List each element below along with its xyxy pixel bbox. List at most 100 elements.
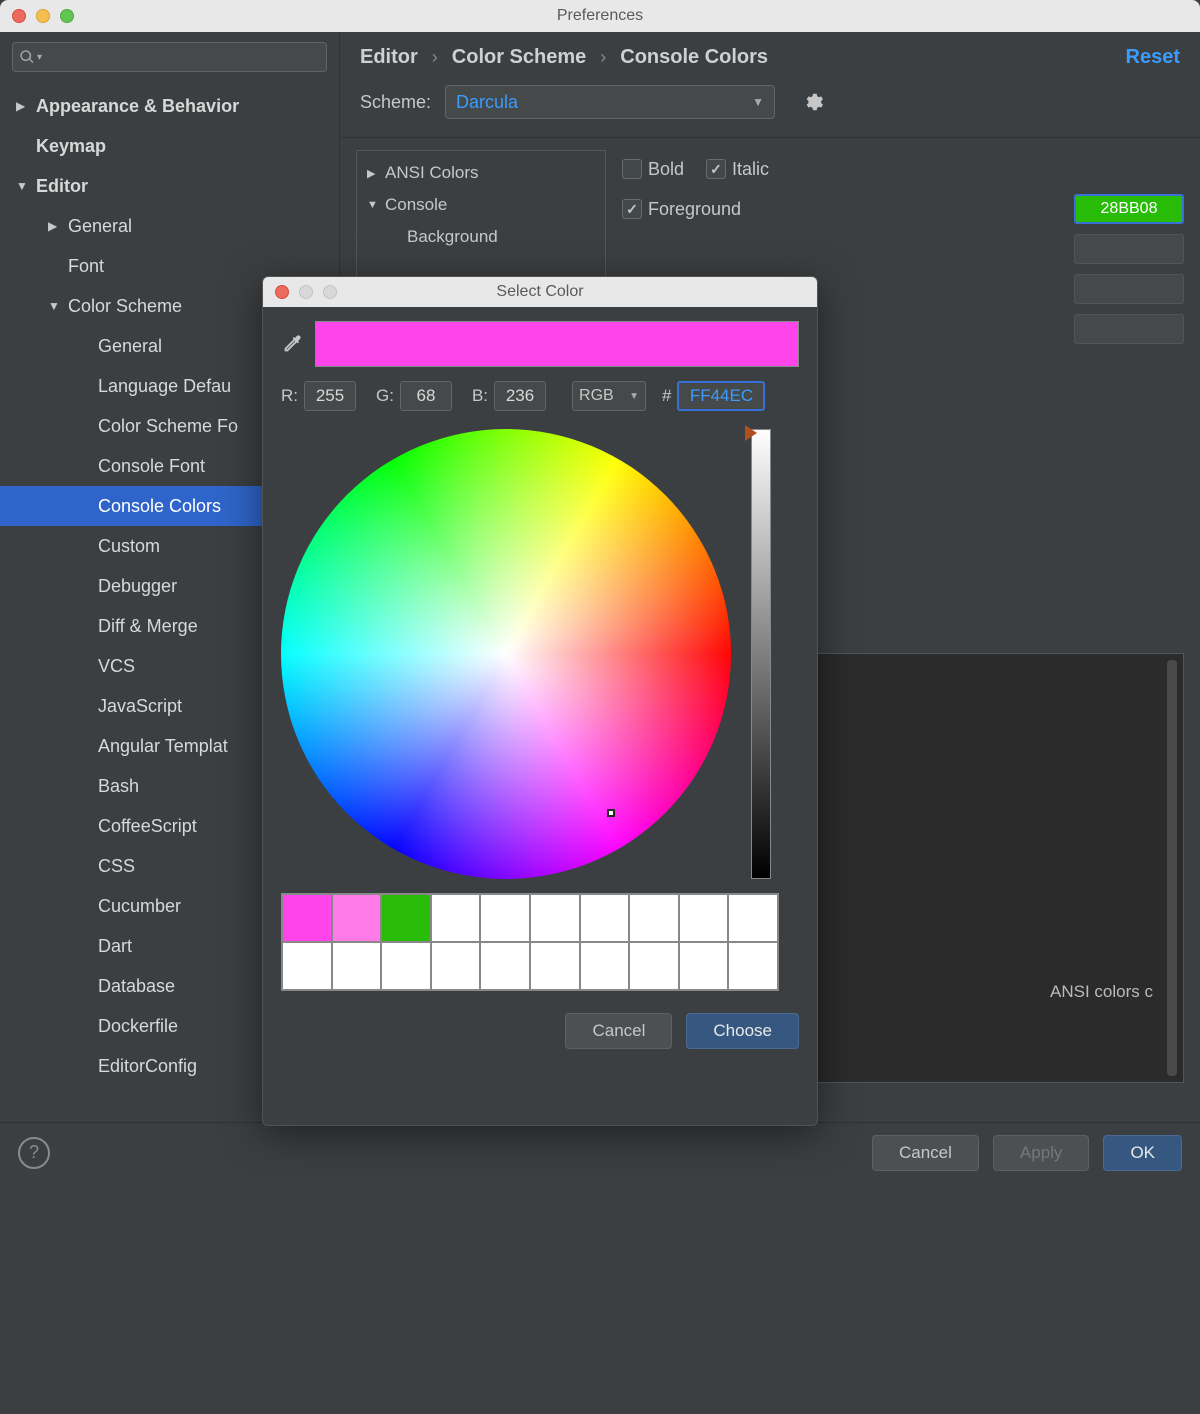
scheme-label: Scheme: — [360, 92, 431, 113]
bold-checkbox[interactable] — [622, 159, 642, 179]
sidebar-item-keymap[interactable]: Keymap — [0, 126, 339, 166]
sidebar-item-label: Keymap — [36, 136, 106, 157]
italic-checkbox[interactable] — [706, 159, 726, 179]
color-swatch[interactable] — [629, 942, 679, 990]
foreground-label: Foreground — [648, 199, 741, 220]
chevron-down-icon: ▼ — [752, 95, 764, 109]
color-swatch[interactable] — [629, 894, 679, 942]
reset-link[interactable]: Reset — [1126, 46, 1180, 69]
g-label: G: — [376, 386, 394, 406]
sidebar-item-label: Dockerfile — [98, 1016, 178, 1037]
scheme-value: Darcula — [456, 92, 518, 113]
color-wheel[interactable] — [281, 429, 731, 879]
option-console[interactable]: ▼Console — [357, 189, 605, 221]
chevron-right-icon: › — [600, 47, 606, 68]
arrow-right-icon: ▶ — [16, 99, 36, 113]
sidebar-item-label: Editor — [36, 176, 88, 197]
sidebar-item-label: General — [68, 216, 132, 237]
color-swatches — [281, 893, 779, 991]
foreground-checkbox[interactable] — [622, 199, 642, 219]
color-swatch[interactable] — [679, 894, 729, 942]
arrow-down-icon: ▼ — [48, 299, 68, 313]
color-swatch[interactable] — [282, 942, 332, 990]
chevron-right-icon: › — [432, 47, 438, 68]
sidebar-item-label: Diff & Merge — [98, 616, 198, 637]
color-swatch[interactable] — [332, 894, 382, 942]
picker-cancel-button[interactable]: Cancel — [565, 1013, 672, 1049]
breadcrumb-item[interactable]: Editor — [360, 46, 418, 69]
sidebar-item-label: Font — [68, 256, 104, 277]
color-swatch[interactable] — [728, 894, 778, 942]
color-swatch[interactable] — [431, 942, 481, 990]
sidebar-item-label: Language Defau — [98, 376, 231, 397]
color-mode-dropdown[interactable]: RGB ▼ — [572, 381, 646, 411]
scrollbar[interactable] — [1167, 660, 1177, 1076]
color-swatch[interactable] — [580, 942, 630, 990]
arrow-right-icon: ▶ — [367, 167, 385, 180]
sidebar-item-label: Debugger — [98, 576, 177, 597]
sidebar-item-label: Dart — [98, 936, 132, 957]
breadcrumb: Editor › Color Scheme › Console Colors — [360, 46, 768, 69]
foreground-color-chip[interactable]: 28BB08 — [1074, 194, 1184, 224]
sidebar-item-label: CSS — [98, 856, 135, 877]
r-label: R: — [281, 386, 298, 406]
sidebar-item-label: VCS — [98, 656, 135, 677]
sidebar-item-label: Bash — [98, 776, 139, 797]
apply-button[interactable]: Apply — [993, 1135, 1090, 1171]
sidebar-item-label: Color Scheme Fo — [98, 416, 238, 437]
help-button[interactable]: ? — [18, 1137, 50, 1169]
bold-label: Bold — [648, 159, 684, 180]
hash-label: # — [662, 386, 671, 406]
breadcrumb-item[interactable]: Color Scheme — [452, 46, 586, 69]
sidebar-item-editor[interactable]: ▼Editor — [0, 166, 339, 206]
window-title: Preferences — [0, 7, 1200, 25]
color-wheel-cursor[interactable] — [607, 809, 615, 817]
sidebar-item-appearance-behavior[interactable]: ▶Appearance & Behavior — [0, 86, 339, 126]
eyedropper-icon — [281, 333, 303, 355]
b-label: B: — [472, 386, 488, 406]
chevron-down-icon: ▼ — [629, 391, 639, 402]
color-swatch[interactable] — [381, 894, 431, 942]
arrow-right-icon: ▶ — [48, 219, 68, 233]
color-swatch[interactable] — [480, 894, 530, 942]
color-chip[interactable] — [1074, 274, 1184, 304]
sidebar-item-label: Cucumber — [98, 896, 181, 917]
search-input[interactable]: ▾ — [12, 42, 327, 72]
option-background[interactable]: Background — [357, 221, 605, 253]
color-swatch[interactable] — [580, 894, 630, 942]
color-swatch[interactable] — [530, 942, 580, 990]
sidebar-item-label: Angular Templat — [98, 736, 228, 757]
r-input[interactable]: 255 — [304, 381, 356, 411]
window-titlebar: Preferences — [0, 0, 1200, 32]
picker-choose-button[interactable]: Choose — [686, 1013, 799, 1049]
hex-input[interactable]: FF44EC — [677, 381, 765, 411]
brightness-marker-icon[interactable] — [745, 425, 757, 441]
scheme-settings-button[interactable] — [799, 88, 827, 116]
scheme-dropdown[interactable]: Darcula ▼ — [445, 85, 775, 119]
color-chip[interactable] — [1074, 234, 1184, 264]
breadcrumb-item: Console Colors — [620, 46, 768, 69]
b-input[interactable]: 236 — [494, 381, 546, 411]
color-swatch[interactable] — [282, 894, 332, 942]
color-swatch[interactable] — [530, 894, 580, 942]
eyedropper-button[interactable] — [281, 333, 303, 355]
cancel-button[interactable]: Cancel — [872, 1135, 979, 1171]
color-chip[interactable] — [1074, 314, 1184, 344]
sidebar-item-general[interactable]: ▶General — [0, 206, 339, 246]
color-swatch[interactable] — [431, 894, 481, 942]
preview-text: ANSI colors c — [1050, 982, 1153, 1002]
brightness-slider[interactable] — [751, 429, 771, 879]
color-swatch[interactable] — [679, 942, 729, 990]
sidebar-item-label: JavaScript — [98, 696, 182, 717]
dialog-titlebar: Select Color — [263, 277, 817, 307]
color-swatch[interactable] — [381, 942, 431, 990]
search-options-icon[interactable]: ▾ — [37, 52, 42, 63]
color-swatch[interactable] — [480, 942, 530, 990]
ok-button[interactable]: OK — [1103, 1135, 1182, 1171]
search-icon — [19, 49, 35, 65]
sidebar-item-label: Console Colors — [98, 496, 221, 517]
g-input[interactable]: 68 — [400, 381, 452, 411]
color-swatch[interactable] — [728, 942, 778, 990]
color-swatch[interactable] — [332, 942, 382, 990]
option-ansi-colors[interactable]: ▶ANSI Colors — [357, 157, 605, 189]
